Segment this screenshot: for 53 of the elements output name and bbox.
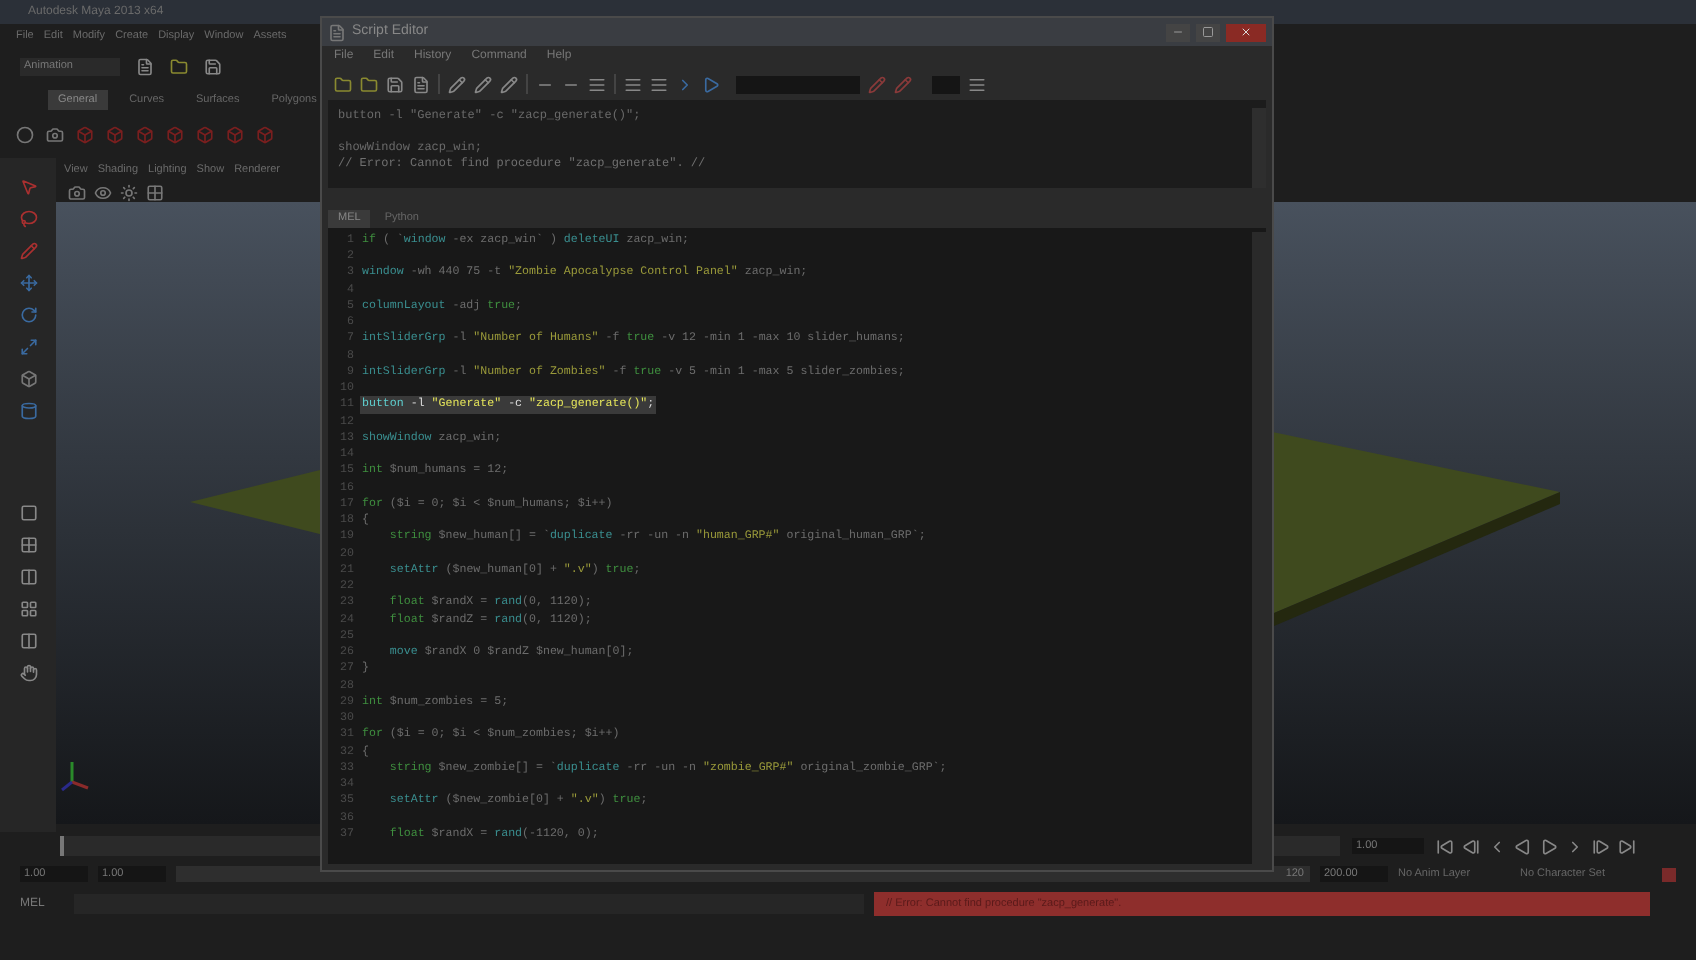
go-to-end-icon[interactable] (1618, 837, 1636, 855)
new-scene-icon[interactable] (136, 57, 154, 75)
side-by-side-icon[interactable] (19, 632, 37, 650)
layout-icon[interactable] (19, 600, 37, 618)
pencil-icon[interactable] (474, 75, 492, 93)
script-icon[interactable] (328, 23, 346, 41)
grid-icon[interactable] (146, 183, 164, 201)
folder-icon[interactable] (360, 75, 378, 93)
pencil-icon[interactable] (448, 75, 466, 93)
scale-icon[interactable] (19, 338, 37, 356)
light-icon[interactable] (120, 183, 138, 201)
play-icon[interactable] (1540, 837, 1558, 855)
save-scene-icon[interactable] (204, 57, 222, 75)
paint-icon[interactable] (19, 242, 37, 260)
execute-icon[interactable] (702, 75, 720, 93)
save-icon[interactable] (386, 75, 404, 93)
execute-all-icon[interactable] (676, 75, 694, 93)
close-button[interactable] (1226, 23, 1266, 41)
close-icon (1240, 26, 1252, 38)
single-view-icon[interactable] (19, 504, 37, 522)
eye-icon[interactable] (94, 183, 112, 201)
four-view-icon[interactable] (19, 536, 37, 554)
camera-icon[interactable] (68, 183, 86, 201)
axis-icon (61, 762, 89, 792)
time-marker[interactable] (60, 836, 64, 856)
sphere-icon[interactable] (16, 125, 34, 143)
lasso-icon[interactable] (19, 210, 37, 228)
two-view-icon[interactable] (19, 568, 37, 586)
maximize-icon (1202, 26, 1214, 38)
pencil-icon[interactable] (500, 75, 518, 93)
next-key-icon[interactable] (1566, 837, 1584, 855)
move-icon[interactable] (19, 274, 37, 292)
camera-icon[interactable] (46, 125, 64, 143)
lines-icon[interactable] (624, 75, 642, 93)
step-forward-icon[interactable] (1592, 837, 1610, 855)
minimize-button[interactable] (1166, 23, 1190, 41)
step-back-icon[interactable] (1462, 837, 1480, 855)
select-icon[interactable] (19, 178, 37, 196)
document-icon[interactable] (412, 75, 430, 93)
minimize-icon (1172, 26, 1184, 38)
previous-key-icon[interactable] (1488, 837, 1506, 855)
go-to-start-icon[interactable] (1436, 837, 1454, 855)
rotate-icon[interactable] (19, 306, 37, 324)
hand-icon[interactable] (19, 664, 37, 682)
maximize-button[interactable] (1196, 23, 1220, 41)
lines-icon[interactable] (968, 75, 986, 93)
cylinder-icon[interactable] (19, 402, 37, 420)
folder-icon[interactable] (334, 75, 352, 93)
lines-icon[interactable] (588, 75, 606, 93)
lines-icon[interactable] (650, 75, 668, 93)
manipulator-icon[interactable] (19, 370, 37, 388)
play-backwards-icon[interactable] (1514, 837, 1532, 855)
open-scene-icon[interactable] (170, 57, 188, 75)
